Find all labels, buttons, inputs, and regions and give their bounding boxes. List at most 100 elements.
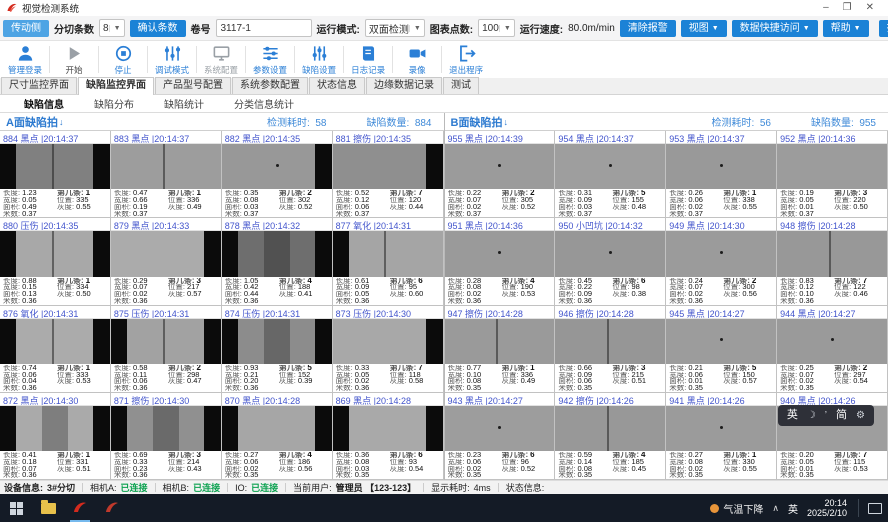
iconbar-button-debug[interactable]: 调试模式: [149, 41, 195, 78]
action-center-icon[interactable]: [868, 503, 882, 514]
view-menu-button[interactable]: 视图▼: [681, 20, 727, 37]
roll-no-input[interactable]: [216, 19, 312, 37]
defect-cell-header: 869 黑点 |20:14:28: [333, 393, 443, 406]
defect-cell[interactable]: 949 黑点 |20:14:30长度:0.24宽度:0.07面积:0.02米数:…: [666, 218, 777, 305]
defect-cell[interactable]: 948 擦伤 |20:14:28长度:0.83宽度:0.12面积:0.10米数:…: [777, 218, 888, 305]
main-tab-3[interactable]: 系统参数配置: [232, 77, 308, 94]
defect-cell[interactable]: 954 黑点 |20:14:37长度:0.31宽度:0.09面积:0.03米数:…: [555, 131, 666, 218]
defect-cell[interactable]: 877 氧化 |20:14:31长度:0.61宽度:0.09面积:0.05米数:…: [333, 218, 444, 305]
iconbar-button-user[interactable]: 管理登录: [2, 41, 48, 78]
defect-cell[interactable]: 869 黑点 |20:14:28长度:0.36宽度:0.08面积:0.03米数:…: [333, 393, 444, 480]
iconbar-label: 系统配置: [204, 64, 238, 76]
inspection-app2-task-button[interactable]: [96, 494, 128, 522]
defect-cell[interactable]: 943 黑点 |20:14:27长度:0.23宽度:0.06面积:0.02米数:…: [445, 393, 556, 480]
defect-cell[interactable]: 880 压伤 |20:14:35长度:0.88宽度:0.15面积:0.13米数:…: [0, 218, 111, 305]
main-tab-4[interactable]: 状态信息: [309, 77, 365, 94]
moon-icon[interactable]: ☽: [807, 405, 816, 426]
defect-cell[interactable]: 946 擦伤 |20:14:28长度:0.66宽度:0.09面积:0.06米数:…: [555, 306, 666, 393]
ime-simplified-toggle[interactable]: 简: [836, 405, 847, 426]
main-tab-6[interactable]: 测试: [443, 77, 479, 94]
defect-cell[interactable]: 871 擦伤 |20:14:30长度:0.69宽度:0.33面积:0.23米数:…: [111, 393, 222, 480]
defect-cell[interactable]: 872 黑点 |20:14:30长度:0.41宽度:0.18面积:0.07米数:…: [0, 393, 111, 480]
defect-cell[interactable]: 879 黑点 |20:14:33长度:0.29宽度:0.07面积:0.02米数:…: [111, 218, 222, 305]
defect-thumbnail: [222, 319, 332, 364]
iconbar-button-exit[interactable]: 退出程序: [443, 41, 489, 78]
sub-tab-3[interactable]: 分类信息统计: [220, 94, 308, 113]
defect-cell[interactable]: 874 压伤 |20:14:31长度:0.93宽度:0.21面积:0.20米数:…: [222, 306, 333, 393]
input-language-indicator[interactable]: 英: [788, 501, 798, 516]
defect-cell[interactable]: 883 黑点 |20:14:37长度:0.47宽度:0.66面积:0.19米数:…: [111, 131, 222, 218]
sort-arrow-icon[interactable]: ↓: [503, 117, 508, 127]
ime-lang-toggle[interactable]: 英: [787, 405, 798, 426]
main-tab-0[interactable]: 尺寸监控界面: [1, 77, 77, 94]
data-quick-access-button[interactable]: 数据快捷访问▼: [732, 20, 818, 37]
panel-a-grid: 884 黑点 |20:14:37长度:1.23宽度:0.05面积:0.49米数:…: [0, 131, 444, 480]
defect-cell[interactable]: 873 压伤 |20:14:30长度:0.33宽度:0.05面积:0.02米数:…: [333, 306, 444, 393]
defect-cell[interactable]: 947 擦伤 |20:14:28长度:0.77宽度:0.10面积:0.08米数:…: [445, 306, 556, 393]
confirm-count-button[interactable]: 确认条数: [130, 20, 186, 37]
main-tab-2[interactable]: 产品型号配置: [155, 77, 231, 94]
tray-expand-icon[interactable]: ∧: [772, 503, 779, 514]
defect-cell-header: 940 黑点 |20:14:26: [777, 393, 887, 406]
defect-cell[interactable]: 945 黑点 |20:14:27长度:0.21宽度:0.06面积:0.01米数:…: [666, 306, 777, 393]
defect-cell[interactable]: 955 黑点 |20:14:39长度:0.22宽度:0.07面积:0.02米数:…: [445, 131, 556, 218]
defect-cell[interactable]: 882 黑点 |20:14:35长度:0.35宽度:0.08面积:0.03米数:…: [222, 131, 333, 218]
clear-alarm-button[interactable]: 清除报警: [620, 20, 676, 37]
defect-cell-header: 942 擦伤 |20:14:26: [555, 393, 665, 406]
sort-arrow-icon[interactable]: ↓: [59, 117, 64, 127]
defect-cell[interactable]: 875 压伤 |20:14:31长度:0.58宽度:0.11面积:0.06米数:…: [111, 306, 222, 393]
defect-cell-info: 长度:0.27宽度:0.06面积:0.02米数:0.35第几条:4位置:186灰…: [222, 451, 332, 479]
run-mode-select[interactable]: 双面检测▼: [365, 19, 425, 37]
weather-icon: [710, 504, 719, 513]
defect-cell[interactable]: 878 黑点 |20:14:32长度:1.05宽度:0.42面积:0.44米数:…: [222, 218, 333, 305]
drive-side-button[interactable]: 传动侧: [3, 20, 49, 37]
defect-thumbnail: [222, 231, 332, 276]
iconbar-label: 调试模式: [155, 64, 189, 76]
sub-tab-1[interactable]: 缺陷分布: [80, 94, 148, 113]
iconbar-button-camera[interactable]: 录像: [394, 41, 440, 78]
defect-cell[interactable]: 944 黑点 |20:14:27长度:0.25宽度:0.07面积:0.02米数:…: [777, 306, 888, 393]
main-tab-1[interactable]: 缺陷监控界面: [78, 77, 154, 95]
slit-count-select[interactable]: 8▼: [99, 19, 125, 37]
operate-side-button[interactable]: 操作侧: [879, 20, 888, 37]
windows-logo-icon: [10, 502, 23, 515]
punctuation-icon[interactable]: ’: [825, 405, 827, 426]
monitor-icon: [212, 44, 231, 63]
help-menu-button[interactable]: 帮助▼: [823, 20, 869, 37]
file-explorer-button[interactable]: [32, 494, 64, 522]
iconbar-button-monitor[interactable]: 系统配置: [198, 41, 244, 78]
sub-tab-2[interactable]: 缺陷统计: [150, 94, 218, 113]
defect-cell[interactable]: 884 黑点 |20:14:37长度:1.23宽度:0.05面积:0.49米数:…: [0, 131, 111, 218]
defect-cell-info: 长度:0.41宽度:0.18面积:0.07米数:0.36第几条:1位置:331灰…: [0, 451, 110, 479]
defect-cell[interactable]: 870 黑点 |20:14:28长度:0.27宽度:0.06面积:0.02米数:…: [222, 393, 333, 480]
iconbar-button-play[interactable]: 开始: [51, 41, 97, 78]
defect-cell[interactable]: 876 氧化 |20:14:31长度:0.74宽度:0.06面积:0.04米数:…: [0, 306, 111, 393]
defect-cell[interactable]: 942 擦伤 |20:14:26长度:0.59宽度:0.14面积:0.08米数:…: [555, 393, 666, 480]
iconbar-button-stop[interactable]: 停止: [100, 41, 146, 78]
defect-cell[interactable]: 953 黑点 |20:14:37长度:0.26宽度:0.06面积:0.02米数:…: [666, 131, 777, 218]
taskbar-clock[interactable]: 20:142025/2/10: [807, 498, 847, 518]
app-window: 视觉检测系统 – ❐ ✕ 传动侧 分切条数 8▼ 确认条数 卷号 运行模式: 双…: [0, 0, 888, 522]
defect-mark: [609, 251, 612, 254]
inspection-app-task-button[interactable]: [64, 494, 96, 522]
defect-thumbnail: [666, 319, 776, 364]
defect-mark: [720, 338, 723, 341]
maximize-button[interactable]: ❐: [843, 1, 852, 15]
defect-cell[interactable]: 951 黑点 |20:14:36长度:0.28宽度:0.08面积:0.02米数:…: [445, 218, 556, 305]
defect-cell[interactable]: 950 小凹坑 |20:14:32长度:0.45宽度:0.22面积:0.09米数…: [555, 218, 666, 305]
iconbar-button-vsliders[interactable]: 缺陷设置: [296, 41, 342, 78]
iconbar-button-hsliders[interactable]: 参数设置: [247, 41, 293, 78]
chart-points-select[interactable]: 100▼: [478, 19, 515, 37]
defect-thumbnail: [222, 144, 332, 189]
defect-cell[interactable]: 881 擦伤 |20:14:35长度:0.52宽度:0.12面积:0.06米数:…: [333, 131, 444, 218]
close-button[interactable]: ✕: [866, 1, 874, 15]
sub-tab-0[interactable]: 缺陷信息: [10, 94, 78, 113]
iconbar-button-log[interactable]: 日志记录: [345, 41, 391, 78]
main-tab-5[interactable]: 边缘数据记录: [366, 77, 442, 94]
gear-icon[interactable]: ⚙: [856, 405, 865, 426]
start-button[interactable]: [0, 494, 32, 522]
minimize-button[interactable]: –: [823, 1, 829, 15]
weather-widget[interactable]: 气温下降: [710, 501, 763, 516]
defect-cell[interactable]: 952 黑点 |20:14:36长度:0.19宽度:0.05面积:0.01米数:…: [777, 131, 888, 218]
defect-cell[interactable]: 941 黑点 |20:14:26长度:0.27宽度:0.08面积:0.02米数:…: [666, 393, 777, 480]
